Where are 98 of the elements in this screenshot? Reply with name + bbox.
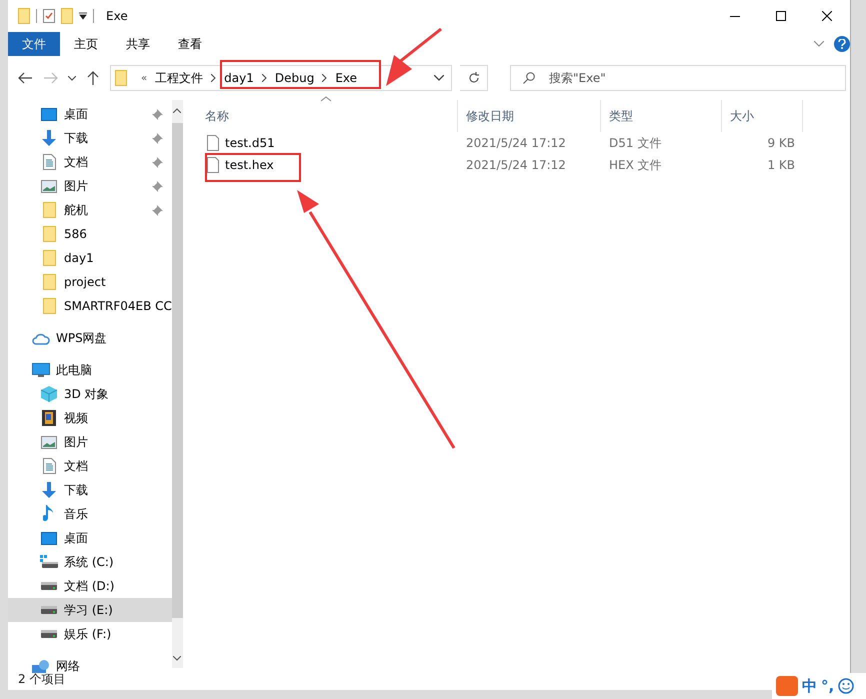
ime-mode[interactable]: 中 [802,676,817,696]
sidebar-item[interactable]: 下载 [8,478,172,502]
ribbon-tab[interactable]: 文件 [8,32,60,56]
dropdown-icon[interactable] [434,75,444,81]
folder-icon [18,8,30,24]
table-cell-text: 2021/5/24 17:12 [465,136,567,150]
chevron-icon [262,74,267,82]
folder-icon [115,70,127,86]
sidebar-item[interactable]: 图片 [8,174,172,198]
dropdown-icon[interactable] [79,12,87,20]
close-icon [822,11,832,21]
column-header[interactable]: 修改日期 [458,100,601,132]
picture-icon [41,436,57,448]
folder-icon [42,274,56,290]
sidebar-item[interactable]: 文档 [8,150,172,174]
sidebar-item[interactable]: 舵机 [8,198,172,222]
sidebar-item[interactable]: 3D 对象 [8,382,172,406]
computer-icon [32,362,50,378]
sidebar-item[interactable]: 桌面 [8,526,172,550]
refresh-button[interactable] [460,65,488,91]
ime-logo-icon [776,676,798,696]
music-note-icon [43,505,55,523]
annotation-arrow [386,28,442,86]
sidebar-item[interactable]: SMARTRF04EB CC [8,294,172,318]
column-header[interactable]: 名称 [197,100,458,132]
sidebar-item[interactable]: 下载 [8,126,172,150]
ribbon-tab[interactable]: 共享 [112,32,164,56]
breadcrumb[interactable]: Debug [274,71,314,85]
sidebar-item[interactable]: day1 [8,246,172,270]
table-cell-text: 2021/5/24 17:12 [465,158,567,172]
sidebar-item[interactable]: 系统 (C:) [8,550,172,574]
breadcrumb[interactable]: Exe [335,71,358,85]
search-field[interactable]: 搜索"Exe" [510,65,846,91]
sidebar-item[interactable]: 此电脑 [8,358,172,382]
drive-icon [41,606,57,614]
expand-icon[interactable] [814,41,824,47]
sidebar-item[interactable]: 图片 [8,430,172,454]
folder-icon [42,226,56,242]
drive-icon [41,582,57,590]
file-name[interactable]: test.hex [225,158,274,172]
maximize-icon [776,11,786,21]
system-drive-icon [40,555,58,569]
ribbon-tab[interactable]: 主页 [60,32,112,56]
search-icon [523,72,535,84]
chevron-icon [211,74,216,82]
up-arrow-icon [87,71,99,85]
sidebar-item[interactable]: 视频 [8,406,172,430]
ime-toolbar[interactable]: 中 °, [772,673,866,699]
sidebar-item[interactable]: 桌面 [8,102,172,126]
ribbon-tab[interactable]: 查看 [164,32,216,56]
overflow-chevron[interactable]: « [141,72,148,84]
file-icon [207,135,219,151]
document-icon [42,458,56,474]
sidebar-item[interactable]: project [8,270,172,294]
refresh-icon [468,72,480,84]
network-icon [32,658,50,674]
table-cell-text: D51 文件 [608,134,662,152]
cloud-icon [32,332,50,344]
address-bar[interactable]: « 工程文件 day1 Debug Exe [110,65,452,91]
down-arrow-icon [41,130,57,146]
checklist-icon[interactable] [43,9,55,23]
table-cell-text: HEX 文件 [608,156,663,174]
desktop-icon [41,532,57,544]
table-cell-text: 1 KB [766,158,796,172]
left-arrow-icon [18,72,32,84]
drive-icon [41,630,57,638]
smiley-icon[interactable] [838,678,854,694]
sidebar-item[interactable]: 文档 [8,454,172,478]
chevron-icon[interactable] [68,76,76,80]
sidebar-item[interactable]: 音乐 [8,502,172,526]
sidebar-item[interactable]: 娱乐 (F:) [8,622,172,646]
column-header[interactable]: 大小 [722,100,803,132]
breadcrumb[interactable]: day1 [224,71,254,85]
document-icon [42,154,56,170]
column-header[interactable]: 类型 [601,100,722,132]
item-count: 2 个项目 [18,672,66,688]
scrollbar-thumb[interactable] [172,123,183,618]
chevron-icon [322,74,328,82]
file-icon [207,157,219,173]
down-arrow-icon [41,482,57,498]
table-cell-text: 9 KB [766,136,796,150]
sidebar-item[interactable]: WPS网盘 [8,326,172,350]
sidebar-item[interactable]: 586 [8,222,172,246]
folder-icon [42,250,56,266]
help-icon[interactable] [834,36,850,52]
cube-icon [41,386,57,402]
sidebar-item[interactable]: 文档 (D:) [8,574,172,598]
file-name[interactable]: test.d51 [225,136,275,150]
folder-icon [42,298,56,314]
window-title: Exe [106,9,128,23]
right-arrow-icon [44,72,58,84]
film-icon [42,410,56,426]
desktop-icon [41,108,57,120]
picture-icon [41,180,57,192]
sidebar-item[interactable]: 学习 (E:) [8,598,172,622]
breadcrumb[interactable]: 工程文件 [155,70,204,86]
punctuation-mode[interactable]: °, [821,677,834,695]
folder-icon [42,202,56,218]
